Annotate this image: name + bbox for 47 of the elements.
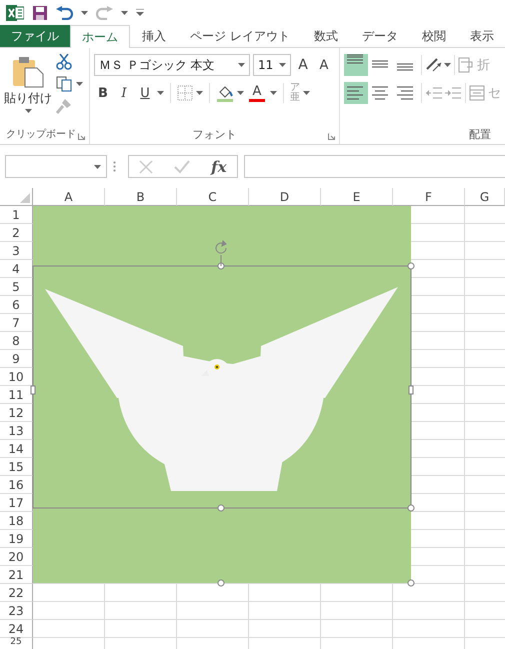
dialog-launcher-icon[interactable] [78, 133, 85, 140]
drag-handle-icon[interactable] [113, 161, 116, 172]
undo-icon[interactable] [56, 6, 73, 20]
caret-icon[interactable] [196, 91, 203, 95]
group-label: フォント [192, 126, 236, 142]
fill-color-icon[interactable] [216, 84, 234, 102]
caret-icon[interactable] [81, 10, 88, 14]
font-size-dropdown[interactable]: 11 [253, 54, 291, 76]
font-color-button[interactable]: A [247, 82, 267, 104]
merge-cells-icon [469, 85, 485, 101]
rotate-handle-icon[interactable] [216, 240, 227, 266]
formula-input[interactable] [244, 155, 505, 178]
save-icon[interactable] [32, 4, 48, 20]
caret-icon[interactable] [238, 63, 245, 67]
caret-icon[interactable] [121, 10, 128, 14]
caret-icon[interactable] [237, 91, 244, 95]
top-align-button[interactable] [344, 54, 368, 76]
caret-icon[interactable] [270, 91, 277, 95]
font-name-dropdown[interactable]: ＭＳ Ｐゴシック 本文 [94, 54, 250, 76]
italic-button[interactable]: I [115, 82, 133, 104]
caret-icon[interactable] [76, 82, 83, 86]
group-label: 配置 [469, 126, 491, 142]
left-align-button[interactable] [344, 82, 368, 104]
caret-icon[interactable] [444, 63, 451, 67]
grow-font-button[interactable]: A [294, 54, 312, 76]
insert-function-button[interactable]: fx [211, 158, 227, 176]
caret-icon[interactable] [303, 91, 310, 95]
underline-button[interactable]: U [136, 82, 154, 104]
caret-icon[interactable] [157, 91, 164, 95]
caret-icon[interactable] [279, 63, 286, 67]
text-orientation-icon[interactable] [425, 57, 443, 73]
group-label: クリップボード [6, 128, 76, 141]
wrap-text-icon [458, 57, 474, 73]
paste-button[interactable]: 貼り付け [4, 48, 52, 124]
clipboard-icon [12, 56, 44, 88]
customize-icon[interactable] [136, 9, 144, 16]
scissors-icon[interactable] [56, 54, 72, 70]
spreadsheet-app-icon [6, 4, 24, 20]
caret-icon[interactable] [94, 164, 101, 168]
ribbon-tab[interactable]: ホーム [70, 25, 130, 48]
file-tab[interactable]: ファイル [0, 25, 70, 47]
shrink-font-button[interactable]: A [315, 54, 333, 76]
dialog-launcher-icon[interactable] [328, 133, 335, 140]
column-header[interactable]: G [465, 188, 505, 206]
copy-icon[interactable] [56, 76, 72, 92]
bold-button[interactable]: B [94, 82, 112, 104]
caret-icon[interactable] [24, 109, 32, 113]
